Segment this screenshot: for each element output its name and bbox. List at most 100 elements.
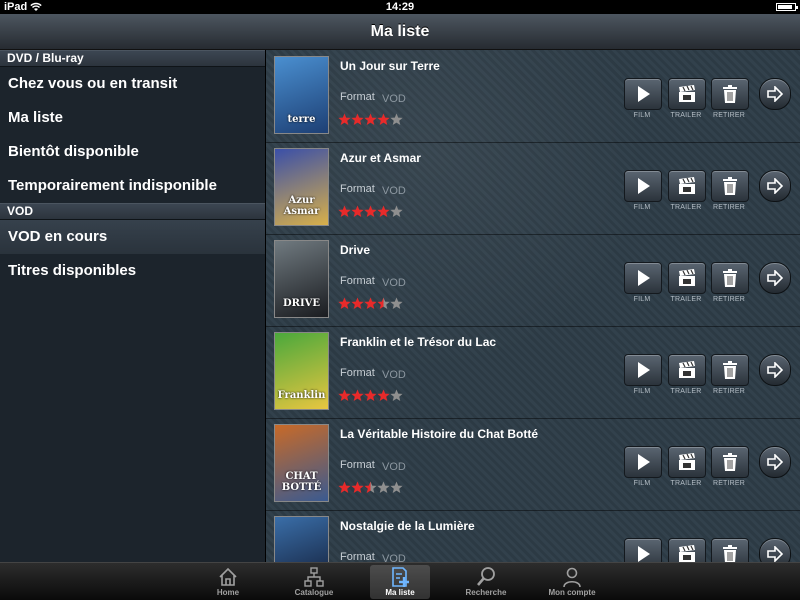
format-value: VOD xyxy=(382,185,406,197)
movie-row[interactable]: terre Un Jour sur Terre Format VOD FILM TRAIL… xyxy=(266,50,800,143)
rating-star xyxy=(390,205,403,217)
format-label: Format xyxy=(340,91,375,103)
tab-recherche[interactable]: Recherche xyxy=(456,565,516,599)
clapperboard-icon xyxy=(679,545,695,562)
remove-button[interactable] xyxy=(711,446,749,478)
rating-star xyxy=(351,297,364,309)
rating-star xyxy=(351,205,364,217)
play-icon xyxy=(638,362,650,378)
sidebar-item-chez-vous[interactable]: Chez vous ou en transit xyxy=(0,67,265,101)
rating-star xyxy=(364,205,377,217)
sidebar-item-indisponible[interactable]: Temporairement indisponible xyxy=(0,169,265,203)
film-button[interactable] xyxy=(624,262,662,294)
movie-row[interactable]: Franklin Franklin et le Trésor du Lac Form… xyxy=(266,326,800,419)
format-label: Format xyxy=(340,459,375,471)
rating-star xyxy=(390,113,403,125)
details-button[interactable] xyxy=(759,354,791,386)
remove-button[interactable] xyxy=(711,354,749,386)
details-button[interactable] xyxy=(759,446,791,478)
poster-caption: CHAT BOTTÉ xyxy=(281,471,322,493)
film-button[interactable] xyxy=(624,446,662,478)
movie-poster[interactable]: NOSTALGIE xyxy=(274,516,329,562)
battery-fill xyxy=(778,5,792,9)
trailer-button[interactable] xyxy=(668,446,706,478)
trailer-button[interactable] xyxy=(668,170,706,202)
movie-row[interactable]: DRIVE Drive Format VOD FILM TRAILER RETIRER xyxy=(266,234,800,327)
film-label: FILM xyxy=(633,388,651,395)
tab-home[interactable]: Home xyxy=(198,565,258,599)
movie-row[interactable]: CHAT BOTTÉ La Véritable Histoire du Chat … xyxy=(266,418,800,511)
rating-star xyxy=(377,481,390,493)
trailer-button[interactable] xyxy=(668,354,706,386)
trash-icon xyxy=(723,177,737,195)
trailer-button[interactable] xyxy=(668,262,706,294)
trailer-label: TRAILER xyxy=(670,112,702,119)
clapperboard-icon xyxy=(679,85,695,102)
movie-poster[interactable]: DRIVE xyxy=(274,240,329,318)
tab-recherche-label: Recherche xyxy=(465,588,507,597)
status-bar: iPad 14:29 xyxy=(0,0,800,14)
movie-title[interactable]: La Véritable Histoire du Chat Botté xyxy=(340,427,538,441)
tab-mon-compte-label: Mon compte xyxy=(548,588,596,597)
sidebar-item-bientot[interactable]: Bientôt disponible xyxy=(0,135,265,169)
tab-ma-liste[interactable]: Ma liste xyxy=(370,565,430,599)
trash-icon xyxy=(723,85,737,103)
movie-title[interactable]: Azur et Asmar xyxy=(340,151,421,165)
movie-row[interactable]: Azur Asmar Azur et Asmar Format VOD FILM TRAI… xyxy=(266,142,800,235)
details-button[interactable] xyxy=(759,170,791,202)
format-label: Format xyxy=(340,367,375,379)
clapperboard-icon xyxy=(679,453,695,470)
play-icon xyxy=(638,86,650,102)
details-button[interactable] xyxy=(759,262,791,294)
tab-catalogue[interactable]: Catalogue xyxy=(284,565,344,599)
rating-star xyxy=(338,297,351,309)
rating-star xyxy=(364,481,377,493)
remove-button[interactable] xyxy=(711,538,749,562)
movie-poster[interactable]: Franklin xyxy=(274,332,329,410)
arrow-right-icon xyxy=(767,178,783,194)
movie-poster[interactable]: Azur Asmar xyxy=(274,148,329,226)
format-value: VOD xyxy=(382,553,406,562)
film-label: FILM xyxy=(633,112,651,119)
movie-row[interactable]: NOSTALGIE Nostalgie de la Lumière Format VO… xyxy=(266,510,800,562)
movie-poster[interactable]: CHAT BOTTÉ xyxy=(274,424,329,502)
film-label: FILM xyxy=(633,296,651,303)
movie-list[interactable]: terre Un Jour sur Terre Format VOD FILM TRAIL… xyxy=(266,50,800,562)
rating-star xyxy=(377,205,390,217)
details-button[interactable] xyxy=(759,78,791,110)
tab-home-label: Home xyxy=(216,588,240,597)
rating-star xyxy=(351,389,364,401)
remove-button[interactable] xyxy=(711,170,749,202)
tab-catalogue-label: Catalogue xyxy=(294,588,334,597)
remove-button[interactable] xyxy=(711,78,749,110)
sidebar-item-vod-en-cours[interactable]: VOD en cours xyxy=(0,220,265,254)
details-button[interactable] xyxy=(759,538,791,562)
clapperboard-icon xyxy=(679,269,695,286)
film-button[interactable] xyxy=(624,170,662,202)
sidebar-item-titres-disponibles[interactable]: Titres disponibles xyxy=(0,254,265,288)
sidebar-item-ma-liste[interactable]: Ma liste xyxy=(0,101,265,135)
remove-button[interactable] xyxy=(711,262,749,294)
movie-title[interactable]: Nostalgie de la Lumière xyxy=(340,519,475,533)
sidebar-section-dvd: DVD / Blu-ray xyxy=(0,50,265,67)
rating-stars xyxy=(338,205,403,219)
trailer-label: TRAILER xyxy=(670,204,702,211)
film-button[interactable] xyxy=(624,354,662,386)
rating-stars xyxy=(338,297,403,311)
film-button[interactable] xyxy=(624,538,662,562)
trailer-label: TRAILER xyxy=(670,296,702,303)
rating-stars xyxy=(338,481,403,495)
poster-caption: Azur Asmar xyxy=(283,195,320,217)
movie-title[interactable]: Drive xyxy=(340,243,370,257)
movie-title[interactable]: Un Jour sur Terre xyxy=(340,59,440,73)
trailer-button[interactable] xyxy=(668,538,706,562)
movie-title[interactable]: Franklin et le Trésor du Lac xyxy=(340,335,496,349)
film-button[interactable] xyxy=(624,78,662,110)
poster-caption: DRIVE xyxy=(282,298,321,309)
play-icon xyxy=(638,270,650,286)
movie-poster[interactable]: terre xyxy=(274,56,329,134)
format-value: VOD xyxy=(382,461,406,473)
tab-mon-compte[interactable]: Mon compte xyxy=(542,565,602,599)
remove-label: RETIRER xyxy=(712,112,746,119)
trailer-button[interactable] xyxy=(668,78,706,110)
